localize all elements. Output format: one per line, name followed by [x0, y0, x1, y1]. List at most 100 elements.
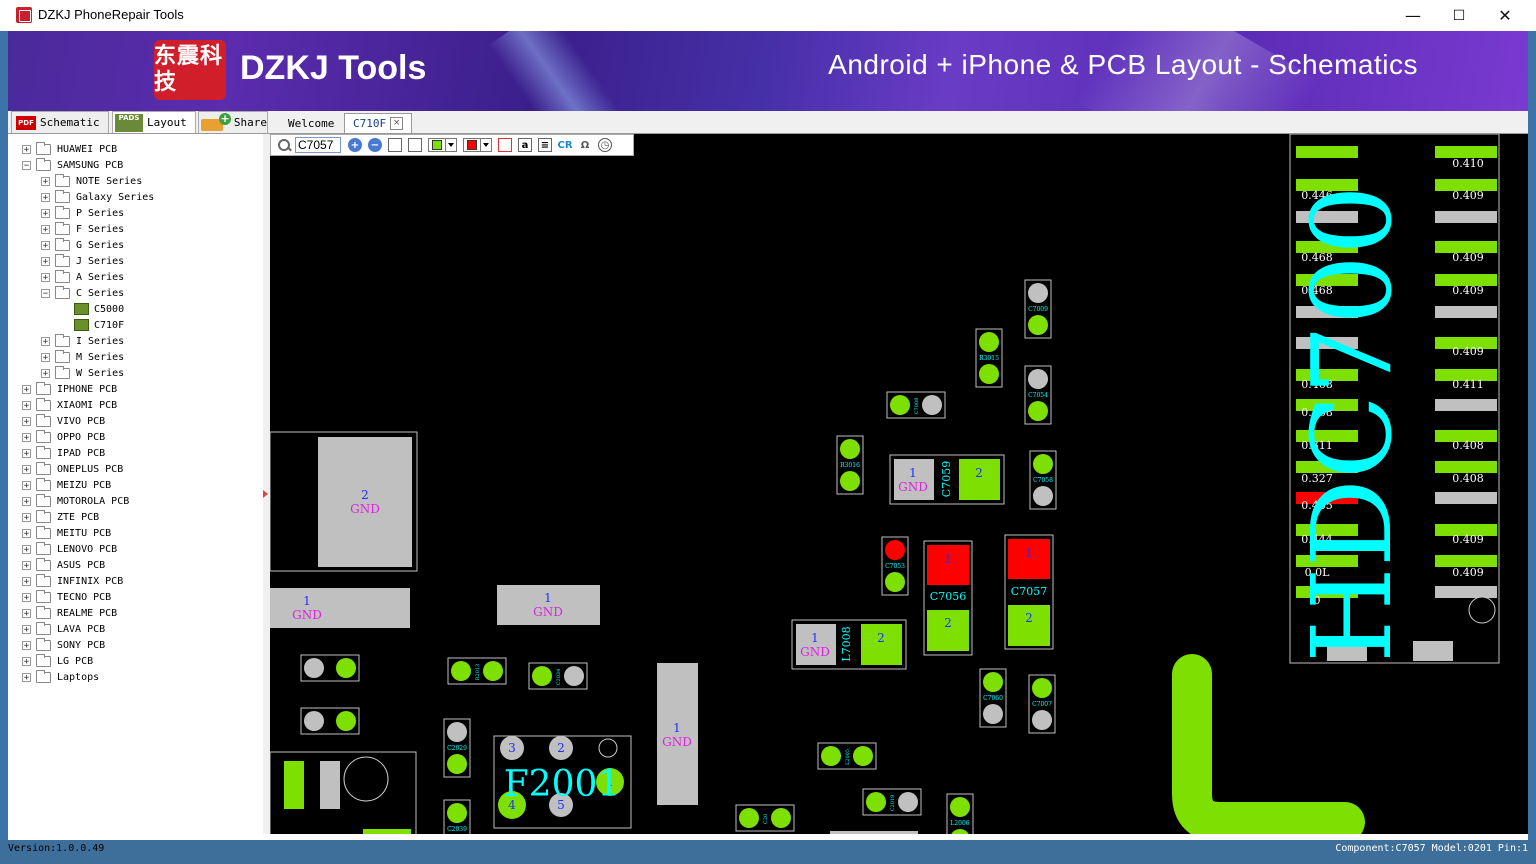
tree-node[interactable]: + F Series: [41, 221, 124, 237]
tree-node[interactable]: C710F: [60, 317, 124, 333]
component-search-input[interactable]: [295, 137, 341, 153]
tree-node[interactable]: + G Series: [41, 237, 124, 253]
net-label: GND: [350, 502, 380, 516]
tab-share[interactable]: Share: [198, 111, 268, 133]
folder-icon: [36, 509, 51, 523]
tab-c710f[interactable]: C710F ×: [344, 113, 413, 133]
tree-node[interactable]: + ASUS PCB: [22, 557, 105, 573]
expand-icon[interactable]: +: [22, 512, 31, 522]
tree-node[interactable]: + J Series: [41, 253, 124, 269]
collapse-icon[interactable]: −: [22, 160, 31, 170]
expand-icon[interactable]: +: [22, 496, 31, 506]
expand-icon[interactable]: +: [22, 544, 31, 554]
mirror-icon[interactable]: [498, 138, 512, 152]
maximize-button[interactable]: ☐: [1436, 0, 1482, 31]
expand-icon[interactable]: +: [41, 368, 50, 378]
close-button[interactable]: ✕: [1482, 0, 1528, 31]
tree-node[interactable]: + VIVO PCB: [22, 413, 105, 429]
close-icon[interactable]: ×: [390, 117, 404, 130]
tree-node[interactable]: + REALME PCB: [22, 605, 117, 621]
tab-layout[interactable]: PADS Layout: [112, 111, 196, 133]
pad: [1032, 678, 1052, 698]
expand-icon[interactable]: +: [41, 256, 50, 266]
expand-icon[interactable]: +: [41, 224, 50, 234]
tree-node[interactable]: + NOTE Series: [41, 173, 142, 189]
highlight-color-picker[interactable]: [463, 138, 492, 152]
list-icon[interactable]: ≡: [538, 138, 552, 152]
expand-icon[interactable]: +: [22, 400, 31, 410]
expand-icon[interactable]: +: [41, 208, 50, 218]
cr-button[interactable]: CR: [557, 138, 572, 152]
tree-node[interactable]: + MEIZU PCB: [22, 477, 111, 493]
expand-icon[interactable]: +: [22, 144, 31, 154]
tree-node[interactable]: C5000: [60, 301, 124, 317]
expand-icon[interactable]: +: [22, 528, 31, 538]
tab-welcome[interactable]: Welcome: [280, 113, 342, 133]
reset-icon[interactable]: ◷: [598, 138, 612, 152]
zoom-out-button[interactable]: −: [368, 138, 382, 152]
tree-node[interactable]: + MEITU PCB: [22, 525, 111, 541]
search-icon[interactable]: [277, 138, 291, 152]
tree-node[interactable]: + M Series: [41, 349, 124, 365]
pad-color-picker[interactable]: [428, 138, 457, 152]
rotate-right-icon[interactable]: [408, 138, 422, 152]
expand-icon[interactable]: +: [22, 448, 31, 458]
tree-node[interactable]: + A Series: [41, 269, 124, 285]
text-toggle-icon[interactable]: a: [518, 138, 532, 152]
expand-icon[interactable]: +: [22, 592, 31, 602]
tree-node[interactable]: + LG PCB: [22, 653, 93, 669]
expand-icon[interactable]: +: [41, 176, 50, 186]
collapse-arrow-icon[interactable]: [263, 490, 268, 498]
expand-icon[interactable]: +: [22, 576, 31, 586]
expand-icon[interactable]: +: [41, 192, 50, 202]
tree-node[interactable]: + I Series: [41, 333, 124, 349]
tree-node[interactable]: + Galaxy Series: [41, 189, 154, 205]
tree-node[interactable]: + IPHONE PCB: [22, 381, 117, 397]
minimize-button[interactable]: —: [1390, 0, 1436, 31]
tree-node[interactable]: + ONEPLUS PCB: [22, 461, 123, 477]
panel-splitter[interactable]: [263, 134, 270, 834]
tree-node[interactable]: + IPAD PCB: [22, 445, 105, 461]
folder-icon: [55, 349, 70, 363]
tree-node[interactable]: + P Series: [41, 205, 124, 221]
expand-icon[interactable]: +: [22, 608, 31, 618]
expand-icon[interactable]: +: [41, 336, 50, 346]
tab-schematic[interactable]: PDF Schematic: [11, 111, 109, 133]
collapse-icon[interactable]: −: [41, 288, 50, 298]
tree-node[interactable]: + W Series: [41, 365, 124, 381]
expand-icon[interactable]: +: [41, 272, 50, 282]
expand-icon[interactable]: +: [22, 384, 31, 394]
tree-node[interactable]: + ZTE PCB: [22, 509, 99, 525]
tree-node[interactable]: + XIAOMI PCB: [22, 397, 117, 413]
ohm-button[interactable]: Ω: [578, 138, 592, 152]
zoom-in-button[interactable]: +: [348, 138, 362, 152]
expand-icon[interactable]: +: [22, 640, 31, 650]
pcb-canvas[interactable]: 0.446 0.468 0.468 0.468 0.468 0.311 0.327 0.435…: [270, 134, 1528, 834]
expand-icon[interactable]: +: [22, 480, 31, 490]
tree-node[interactable]: + LENOVO PCB: [22, 541, 117, 557]
expand-icon[interactable]: +: [22, 560, 31, 570]
tree-node[interactable]: + MOTOROLA PCB: [22, 493, 129, 509]
expand-icon[interactable]: +: [41, 240, 50, 250]
tree-node[interactable]: + HUAWEI PCB: [22, 141, 117, 157]
tree-node[interactable]: + INFINIX PCB: [22, 573, 123, 589]
expand-icon[interactable]: +: [22, 624, 31, 634]
pad: [950, 797, 970, 817]
expand-icon[interactable]: +: [22, 656, 31, 666]
tree-node[interactable]: − C Series: [41, 285, 124, 301]
folder-icon: [55, 173, 70, 187]
tab-layout-label: Layout: [147, 116, 187, 129]
tree-node[interactable]: + TECNO PCB: [22, 589, 111, 605]
expand-icon[interactable]: +: [41, 352, 50, 362]
pin-number: 1: [673, 721, 681, 735]
tree-node[interactable]: + OPPO PCB: [22, 429, 105, 445]
tree-node[interactable]: + SONY PCB: [22, 637, 105, 653]
rotate-left-icon[interactable]: [388, 138, 402, 152]
tree-node[interactable]: − SAMSUNG PCB: [22, 157, 123, 173]
expand-icon[interactable]: +: [22, 672, 31, 682]
expand-icon[interactable]: +: [22, 416, 31, 426]
tree-node[interactable]: + LAVA PCB: [22, 621, 105, 637]
tree-node[interactable]: + Laptops: [22, 669, 99, 685]
expand-icon[interactable]: +: [22, 464, 31, 474]
expand-icon[interactable]: +: [22, 432, 31, 442]
